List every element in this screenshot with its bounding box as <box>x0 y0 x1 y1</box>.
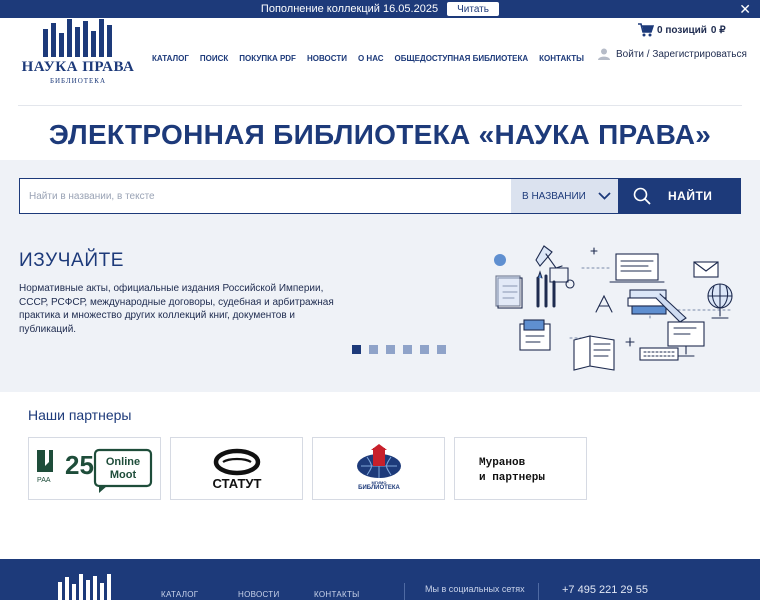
cart-total: 0 ₽ <box>710 24 726 36</box>
header-divider <box>18 105 742 106</box>
nav-catalog[interactable]: КАТАЛОГ <box>152 54 189 63</box>
hero-section: Найти в названии, в тексте В НАЗВАНИИ НА… <box>0 160 760 392</box>
cart[interactable]: 0 позиций 0 ₽ <box>638 23 726 37</box>
page-title: ЭЛЕКТРОННАЯ БИБЛИОТЕКА «НАУКА ПРАВА» <box>48 119 712 150</box>
login-label: Войти / Зарегистрироваться <box>616 48 747 60</box>
mgimo-library-text: БИБЛИОТЕКА <box>358 485 400 491</box>
raa-25-text: 25 <box>65 450 94 480</box>
main-nav: КАТАЛОГ ПОИСК ПОКУПКА PDF НОВОСТИ О НАС … <box>152 54 595 63</box>
partner-raa-online-moot[interactable]: РАА 25 Online Moot <box>28 437 161 500</box>
nav-about[interactable]: О НАС <box>358 54 384 63</box>
statut-text: СТАТУТ <box>213 476 262 491</box>
mgimo-logo: МГИМО БИБЛИОТЕКА <box>357 444 401 491</box>
partner-muranov[interactable]: Муранов и партнеры <box>454 437 587 500</box>
online-text: Online <box>106 456 140 468</box>
search-bar: Найти в названии, в тексте В НАЗВАНИИ НА… <box>19 178 741 214</box>
slide-heading: ИЗУЧАЙТЕ <box>19 250 125 271</box>
statut-logo: СТАТУТ <box>213 448 262 491</box>
slider-dot[interactable] <box>420 345 429 354</box>
partners-list: РАА 25 Online Moot СТАТУТ МГИМО БИБЛИОТЕ… <box>28 437 587 500</box>
nav-contacts[interactable]: КОНТАКТЫ <box>539 54 584 63</box>
slider-dot[interactable] <box>403 345 412 354</box>
search-input[interactable]: Найти в названии, в тексте <box>19 178 511 214</box>
nav-public-library[interactable]: ОБЩЕДОСТУПНАЯ БИБЛИОТЕКА <box>395 54 529 63</box>
partner-statut[interactable]: СТАТУТ <box>170 437 303 500</box>
muranov-partners-text: и партнеры <box>479 472 545 484</box>
footer-link-news[interactable]: НОВОСТИ <box>238 590 280 599</box>
announcement-text: Пополнение коллекций 16.05.2025 <box>260 3 439 15</box>
slider-dot[interactable] <box>386 345 395 354</box>
footer: КАТАЛОГ НОВОСТИ КОНТАКТЫ Мы в социальных… <box>0 559 760 600</box>
slider-dots <box>352 345 446 354</box>
slider-dot[interactable] <box>352 345 361 354</box>
raa-text: РАА <box>37 477 51 484</box>
slide-text: Нормативные акты, официальные издания Ро… <box>19 283 334 335</box>
nav-search[interactable]: ПОИСК <box>200 54 228 63</box>
close-icon[interactable]: ✕ <box>739 1 751 17</box>
footer-link-catalog[interactable]: КАТАЛОГ <box>161 590 198 599</box>
nav-news[interactable]: НОВОСТИ <box>307 54 347 63</box>
read-button[interactable]: Читать <box>447 2 500 16</box>
announcement-bar: Пополнение коллекций 16.05.2025 Читать ✕ <box>0 0 760 18</box>
login-link[interactable]: Войти / Зарегистрироваться <box>598 48 747 60</box>
footer-phone[interactable]: +7 495 221 29 55 <box>562 584 648 596</box>
moot-text: Moot <box>110 469 137 481</box>
slider-dot[interactable] <box>437 345 446 354</box>
logo-title: НАУКА ПРАВА <box>21 59 135 75</box>
nav-buy-pdf[interactable]: ПОКУПКА PDF <box>239 54 296 63</box>
site-logo[interactable]: НАУКА ПРАВА БИБЛИОТЕКА <box>18 19 138 85</box>
logo-subtitle: БИБЛИОТЕКА <box>49 77 107 85</box>
cart-count: 0 позиций <box>657 24 707 36</box>
muranov-logo: Муранов и партнеры <box>479 457 545 484</box>
slider-dot[interactable] <box>369 345 378 354</box>
search-scope-label: В НАЗВАНИИ <box>522 190 586 202</box>
raa-moot-logo: РАА 25 Online Moot <box>37 448 153 493</box>
search-scope-select[interactable]: В НАЗВАНИИ <box>511 178 618 214</box>
muranov-text: Муранов <box>479 457 526 469</box>
footer-logo-icon[interactable] <box>58 574 114 600</box>
partner-mgimo-library[interactable]: МГИМО БИБЛИОТЕКА <box>312 437 445 500</box>
footer-link-contacts[interactable]: КОНТАКТЫ <box>314 590 360 599</box>
user-icon <box>598 48 610 60</box>
logo-bars-icon <box>43 19 112 57</box>
chevron-down-icon <box>598 192 611 200</box>
footer-divider <box>538 583 539 600</box>
search-button[interactable]: НАЙТИ <box>618 178 741 214</box>
partners-heading: Наши партнеры <box>28 407 132 423</box>
search-icon <box>633 187 651 205</box>
footer-divider <box>404 583 405 600</box>
search-button-label: НАЙТИ <box>668 189 713 203</box>
library-illustration <box>494 245 733 371</box>
cart-icon <box>638 23 654 37</box>
footer-social-label: Мы в социальных сетях <box>425 584 525 594</box>
